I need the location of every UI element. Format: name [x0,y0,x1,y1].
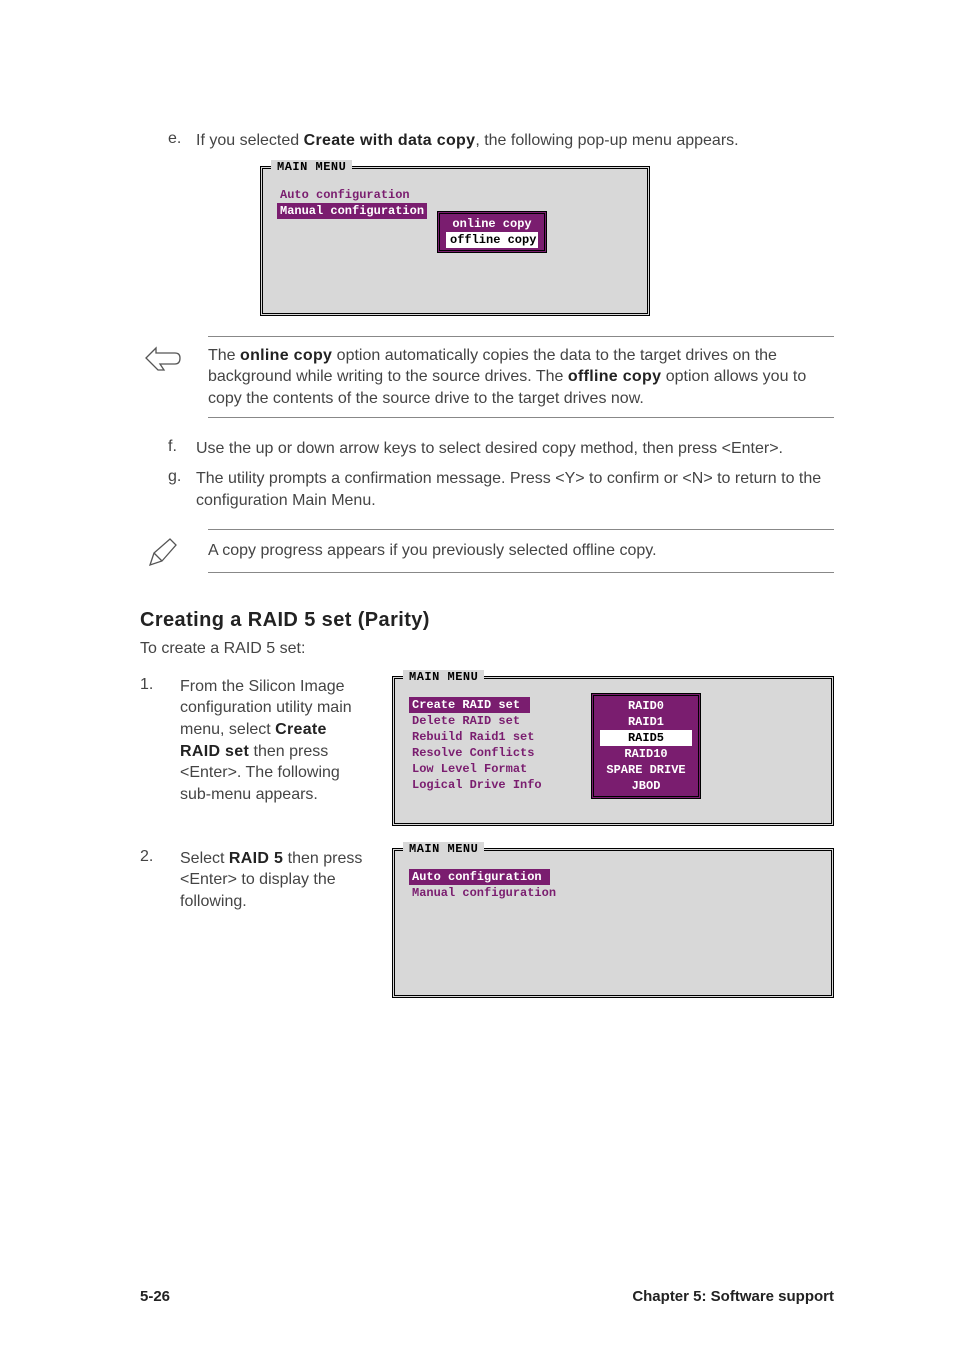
note-progress: A copy progress appears if you previousl… [140,529,834,573]
submenu-raid: RAID0 RAID1 RAID5 RAID10 SPARE DRIVE JBO… [591,693,701,799]
bold-text: RAID 5 [229,850,283,867]
menu-item: Rebuild Raid1 set [409,729,545,745]
menu-item: Auto configuration [277,187,633,203]
page-footer: 5-26 Chapter 5: Software support [0,1288,954,1305]
submenu-item: online copy [446,216,538,232]
menu-title: MAIN MENU [403,842,484,856]
menu-item-selected: Auto configuration [409,869,550,885]
step-g: g. The utility prompts a confirmation me… [168,468,834,511]
step-e: e. If you selected Create with data copy… [168,130,834,152]
step-body: If you selected Create with data copy, t… [196,130,834,152]
pencil-icon [140,529,184,571]
section-heading: Creating a RAID 5 set (Parity) [140,609,834,632]
step-number: 1. [140,676,180,806]
menu-container-3: MAIN MENU Auto configuration Manual conf… [392,848,834,998]
menu-title: MAIN MENU [271,160,352,174]
menu-item: Resolve Conflicts [409,745,545,761]
menu-item-selected: Create RAID set [409,697,530,713]
hand-icon [140,336,184,376]
note-online-offline: The online copy option automatically cop… [140,336,834,419]
step-1: 1. From the Silicon Image configuration … [140,676,370,826]
menu-title: MAIN MENU [403,670,484,684]
menu-item: Delete RAID set [409,713,545,729]
section-intro: To create a RAID 5 set: [140,640,834,658]
note-text: A copy progress appears if you previousl… [208,529,834,573]
menu-item-selected: Manual configuration [277,203,427,219]
main-menu-box: MAIN MENU Auto configuration Manual conf… [260,166,650,316]
main-menu-box: MAIN MENU Auto configuration Manual conf… [392,848,834,998]
step-body: Select RAID 5 then press <Enter> to disp… [180,848,370,913]
page-number: 5-26 [140,1288,170,1305]
submenu-item-highlight: offline copy [446,232,538,248]
text: If you selected [196,132,304,149]
step-f: f. Use the up or down arrow keys to sele… [168,438,834,460]
step-body: The utility prompts a confirmation messa… [196,468,834,511]
step-letter: f. [168,438,196,460]
step-body: From the Silicon Image configuration uti… [180,676,370,806]
step-2-row: 2. Select RAID 5 then press <Enter> to d… [140,848,834,998]
note-text: The online copy option automatically cop… [208,336,834,419]
submenu-item: RAID1 [600,714,692,730]
step-body: Use the up or down arrow keys to select … [196,438,834,460]
submenu-item: RAID0 [600,698,692,714]
step-1-row: 1. From the Silicon Image configuration … [140,676,834,826]
text: The [208,347,240,364]
submenu-item: JBOD [600,778,692,794]
main-menu-box: MAIN MENU Create RAID set Delete RAID se… [392,676,834,826]
submenu-item-highlight: RAID5 [600,730,692,746]
menu-item: Low Level Format [409,761,545,777]
bold-text: offline copy [568,368,661,385]
menu-container-1: MAIN MENU Auto configuration Manual conf… [260,166,650,316]
menu-item: Logical Drive Info [409,777,545,793]
step-letter: g. [168,468,196,511]
submenu-item: SPARE DRIVE [600,762,692,778]
step-2: 2. Select RAID 5 then press <Enter> to d… [140,848,370,998]
step-number: 2. [140,848,180,913]
menu-container-2: MAIN MENU Create RAID set Delete RAID se… [392,676,834,826]
menu-item: Manual configuration [409,885,817,901]
step-letter: e. [168,130,196,152]
chapter-title: Chapter 5: Software support [632,1288,834,1305]
bold-text: Create with data copy [304,132,476,149]
text: , the following pop-up menu appears. [475,132,738,149]
text: Select [180,850,229,867]
submenu-copy: online copy offline copy [437,211,547,253]
bold-text: online copy [240,347,332,364]
submenu-item: RAID10 [600,746,692,762]
